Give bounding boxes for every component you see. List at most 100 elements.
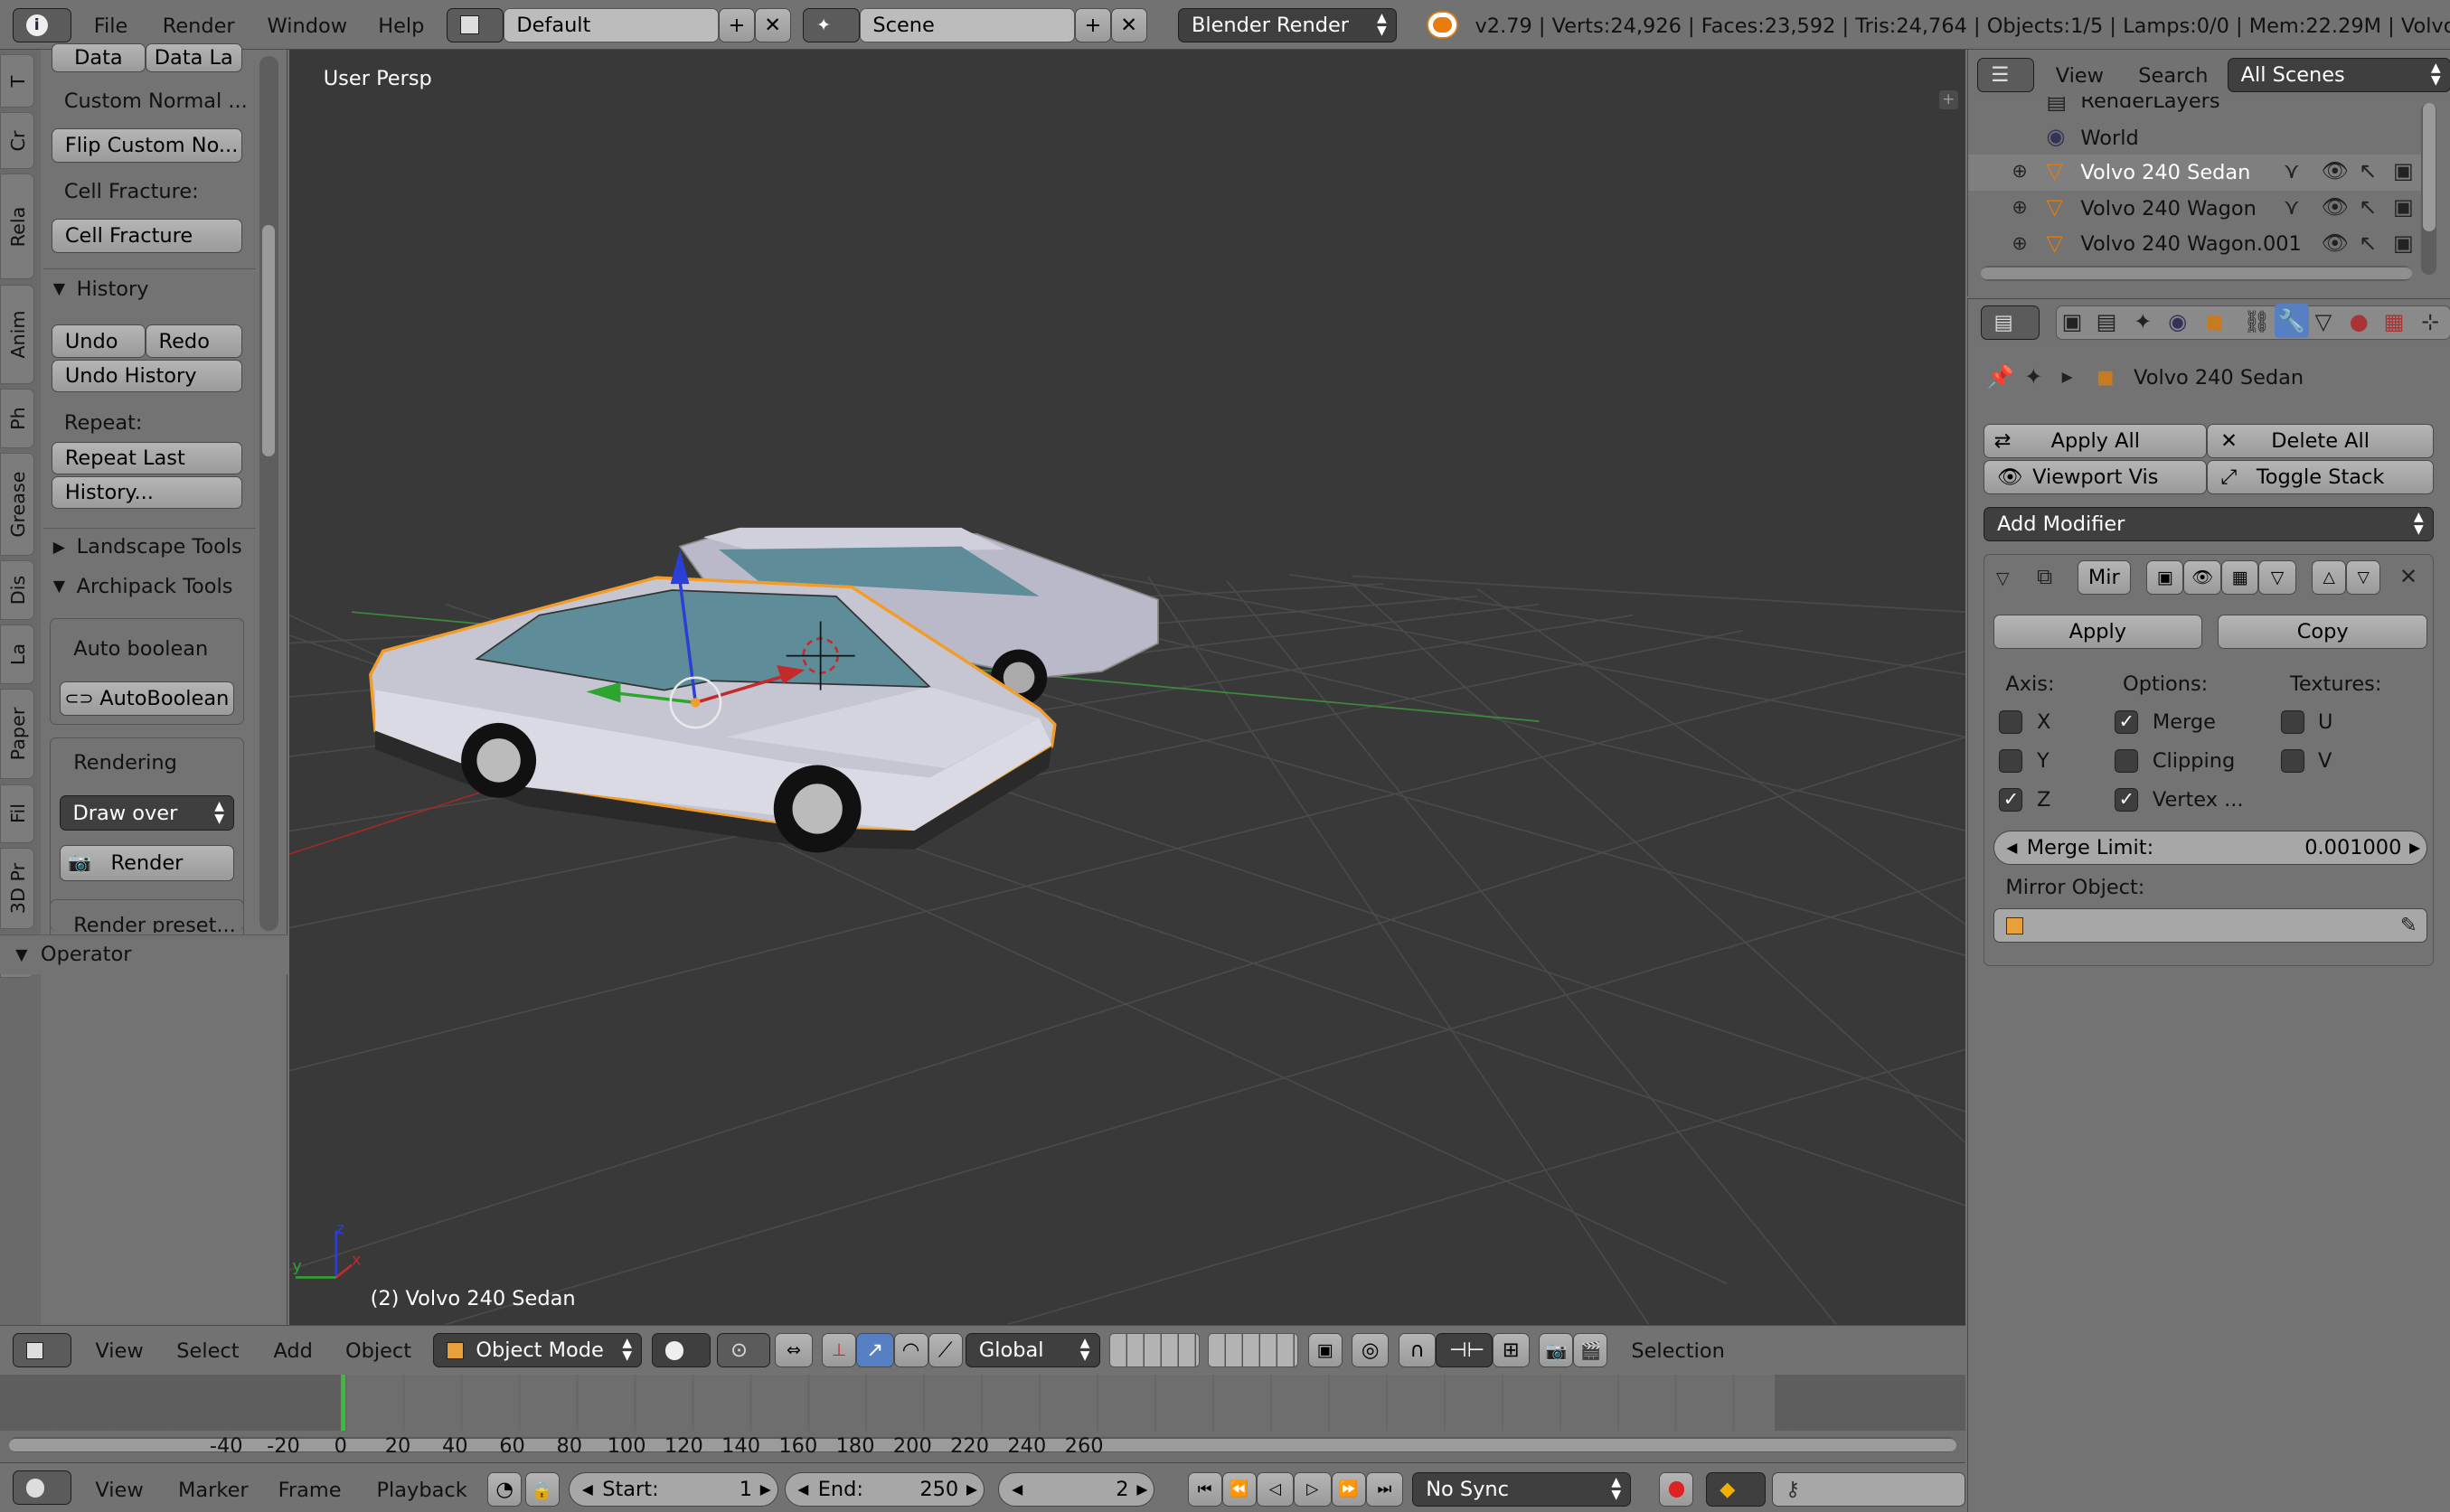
translate-manipulator[interactable]: ⊥ (822, 1333, 857, 1368)
repeat-last-button[interactable]: Repeat Last (52, 442, 242, 475)
render-still-button[interactable]: 📷 (1539, 1333, 1574, 1368)
operator-panel-header[interactable]: ▼ Operator (0, 934, 287, 975)
merge-limit-field[interactable]: ◀ Merge Limit: 0.001000 ▶ (1993, 830, 2428, 865)
jump-keyframe-forward-button[interactable]: ⏩ (1331, 1472, 1366, 1507)
record-button[interactable] (1659, 1472, 1694, 1507)
remove-layout-button[interactable]: ✕ (754, 7, 791, 42)
modifier-render-toggle[interactable]: ▣ (2145, 559, 2184, 595)
eyedropper-icon[interactable]: ✎ (2400, 914, 2417, 937)
eye-icon[interactable]: 👁 (2322, 194, 2350, 221)
layout-name-field[interactable]: Default (503, 7, 719, 42)
tab-create[interactable]: Cr (0, 112, 35, 169)
scrollbar-thumb[interactable] (262, 224, 276, 456)
redo-button[interactable]: Redo (145, 324, 242, 358)
menu-render[interactable]: Render (163, 14, 235, 38)
apply-all-button[interactable]: ⇄ Apply All (1984, 424, 2208, 459)
flip-custom-normals-button[interactable]: Flip Custom No... (52, 127, 242, 163)
tool-shelf-scrollbar[interactable] (259, 56, 278, 932)
scale-manipulator[interactable]: ◠ (893, 1333, 928, 1368)
end-frame-field[interactable]: ◀ End: 250 ▶ (784, 1472, 985, 1507)
remove-modifier-icon[interactable]: ✕ (2399, 564, 2417, 590)
modifier-viewport-toggle[interactable]: 👁 (2183, 559, 2221, 595)
menu-object[interactable]: Object (345, 1339, 411, 1363)
editor-type-outliner[interactable]: ☰ (1977, 57, 2034, 92)
render-layers-tab-icon[interactable]: ▤ (2097, 309, 2117, 335)
data-tab-icon[interactable]: ▽ (2315, 309, 2332, 335)
apply-modifier-button[interactable]: Apply (1993, 615, 2203, 650)
snap-toggle[interactable]: ∩ (1398, 1333, 1437, 1368)
jump-keyframe-back-button[interactable]: ⏪ (1221, 1472, 1257, 1507)
pin-icon[interactable]: 📌 (1987, 364, 2014, 390)
undo-button[interactable]: Undo (52, 324, 146, 358)
render-tab-icon[interactable]: ▣ (2062, 309, 2083, 335)
draw-over-dropdown[interactable]: Draw over ▲ ▼ (59, 794, 235, 831)
lock-range-button[interactable]: 🔒 (524, 1472, 560, 1507)
option-checkbox-3[interactable]: ✓ Vertex ... (2115, 786, 2271, 814)
increment-arrow-icon[interactable]: ▶ (966, 1481, 977, 1498)
add-scene-button[interactable]: + (1075, 7, 1111, 42)
layer-grid-2[interactable] (1207, 1333, 1299, 1368)
expand-plus-icon[interactable]: ⊕ (2012, 195, 2027, 221)
render-engine-dropdown[interactable]: Blender Render ▲ ▼ (1178, 7, 1398, 42)
physics-tab-icon[interactable]: ⊹ (2421, 309, 2439, 335)
tab-physics[interactable]: Ph (0, 389, 35, 448)
tab-fill[interactable]: Fil (0, 784, 35, 844)
option-checkbox-1[interactable]: ✓ Merge (2115, 709, 2271, 737)
scrollbar-thumb[interactable] (1980, 267, 2412, 280)
texture-checkbox-2[interactable]: V (2280, 747, 2437, 775)
outliner-item-renderlayers[interactable]: ▤ RenderLayers (1968, 97, 2421, 118)
checkmark-icon[interactable]: ✓ (2115, 709, 2139, 734)
checkbox-empty-icon[interactable] (2280, 709, 2304, 734)
proportional-edit-button[interactable]: ◎ (1351, 1333, 1390, 1368)
cursor-select-icon[interactable]: ↖ (2359, 230, 2377, 257)
editor-type-timeline[interactable] (12, 1470, 72, 1506)
mirror-object-field[interactable]: ✎ (1993, 908, 2428, 944)
menu-view[interactable]: View (95, 1339, 143, 1363)
preview-range-button[interactable]: ◔ (487, 1472, 523, 1507)
region-expand-icon[interactable]: + (1938, 90, 1958, 109)
outliner-menu-search[interactable]: Search (2138, 64, 2208, 88)
eye-icon[interactable]: 👁 (2322, 158, 2350, 184)
menu-timeline-view[interactable]: View (95, 1479, 143, 1502)
play-button[interactable]: ▷ (1294, 1472, 1332, 1507)
menu-marker[interactable]: Marker (178, 1479, 249, 1502)
modifier-cage-toggle[interactable]: ▽ (2258, 559, 2296, 595)
eye-icon[interactable]: 👁 (2322, 230, 2350, 257)
move-modifier-up-button[interactable]: △ (2312, 559, 2347, 595)
outliner-hscrollbar[interactable] (1980, 265, 2412, 282)
scale-manipulator-2[interactable]: ⟋ (928, 1333, 963, 1368)
remove-scene-button[interactable]: ✕ (1110, 7, 1147, 42)
expand-plus-icon[interactable]: ⊕ (2012, 231, 2027, 257)
world-tab-icon[interactable]: ◉ (2168, 309, 2187, 335)
landscape-panel-header[interactable]: ▶ Landscape Tools (43, 528, 257, 565)
tab-grease[interactable]: Grease (0, 453, 35, 557)
keying-set-dropdown[interactable]: ◆ (1706, 1472, 1766, 1507)
outliner-item-volvo-wagon[interactable]: ⊕ ▽ Volvo 240 Wagon ⋎ 👁 ↖ ▣ (1968, 191, 2421, 227)
keying-set-field[interactable]: ⚷ (1771, 1472, 1966, 1507)
checkbox-empty-icon[interactable] (1999, 748, 2023, 773)
cursor-select-icon[interactable]: ↖ (2359, 158, 2377, 184)
collapse-triangle-icon[interactable]: ▽ (1996, 567, 2010, 592)
timeline-area[interactable]: -40 -20 0 20 40 60 80 100 120 140 160 180 200 220 240 2… (0, 1374, 1966, 1462)
layout-selector[interactable] (447, 7, 504, 42)
object-mode-dropdown[interactable]: Object Mode ▲ ▼ (432, 1333, 643, 1368)
outliner-filter-dropdown[interactable]: All Scenes ▲ ▼ (2227, 57, 2450, 92)
toggle-stack-button[interactable]: ⤢ Toggle Stack (2207, 460, 2434, 495)
snap-element-dropdown[interactable]: ⊣⊢ (1436, 1333, 1493, 1368)
option-checkbox-2[interactable]: Clipping (2115, 747, 2271, 775)
play-reverse-button[interactable]: ◁ (1256, 1472, 1295, 1507)
object-tab-icon[interactable]: ◼ (2206, 309, 2224, 335)
checkmark-icon[interactable]: ✓ (1999, 788, 2023, 812)
menu-select[interactable]: Select (176, 1339, 239, 1363)
tab-animation[interactable]: Anim (0, 284, 35, 385)
orientation-dropdown[interactable]: Global ▲ ▼ (966, 1333, 1100, 1368)
viewport-vis-button[interactable]: 👁 Viewport Vis (1984, 460, 2208, 495)
increment-arrow-icon[interactable]: ▶ (1136, 1481, 1147, 1498)
history-panel-header[interactable]: ▼ History (43, 268, 257, 309)
move-modifier-down-button[interactable]: ▽ (2346, 559, 2381, 595)
texture-tab-icon[interactable]: ▦ (2384, 309, 2405, 335)
tab-relations[interactable]: Rela (0, 173, 35, 280)
render-anim-button[interactable]: 🎬 (1573, 1333, 1608, 1368)
decrement-arrow-icon[interactable]: ◀ (2006, 840, 2017, 856)
add-modifier-dropdown[interactable]: Add Modifier ▲ ▼ (1984, 506, 2434, 541)
